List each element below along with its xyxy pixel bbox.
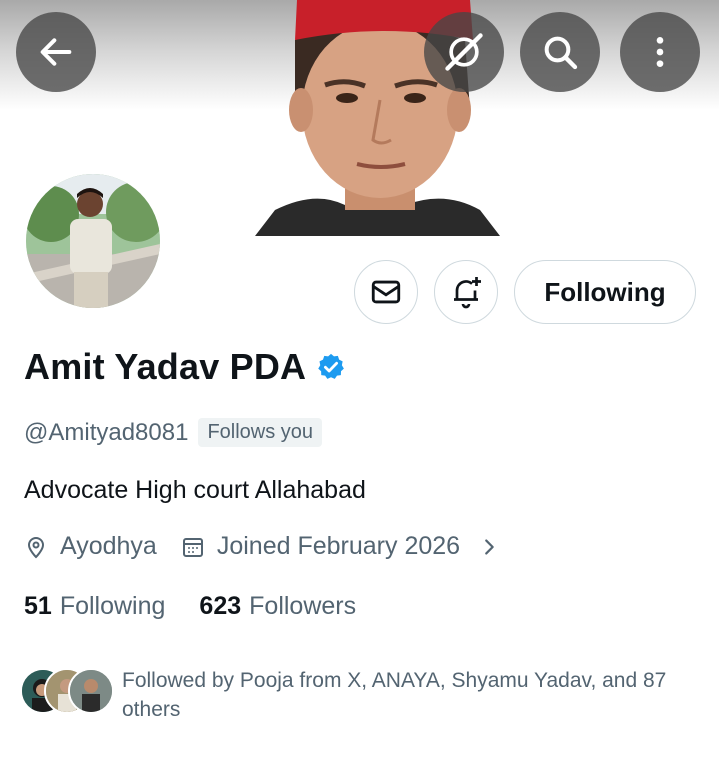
follower-avatar [68,668,114,714]
following-stat[interactable]: 51 Following [24,592,165,621]
more-vertical-icon [656,37,664,67]
bell-plus-icon [454,277,481,309]
search-icon [544,36,578,70]
follow-stats: 51 Following 623 Followers [24,592,356,621]
grok-button[interactable] [424,12,504,92]
following-count: 51 [24,592,52,620]
followers-label: Followers [249,592,357,620]
profile-meta[interactable]: Ayodhya Joined February 2026 [24,532,500,561]
notifications-button[interactable] [434,260,498,324]
followed-by-text: Followed by Pooja from X, ANAYA, Shyamu … [122,669,667,721]
search-button[interactable] [520,12,600,92]
name-row: Amit Yadav PDA [24,346,346,388]
followed-by[interactable]: Followed by Pooja from X, ANAYA, Shyamu … [20,666,710,724]
following-label: Following [59,592,166,620]
followers-stat[interactable]: 623 Followers [199,592,356,621]
calendar-icon [182,537,203,557]
location-item: Ayodhya [24,532,157,561]
user-handle: @Amityad8081 [24,418,189,446]
follows-you-badge: Follows you [198,418,323,447]
arrow-left-icon [40,38,72,66]
chevron-right-icon[interactable] [478,536,500,558]
location-text: Ayodhya [60,532,157,560]
display-name: Amit Yadav PDA [24,346,307,387]
envelope-icon [371,280,401,304]
profile-avatar[interactable] [22,170,164,312]
grok-icon [445,33,483,71]
more-options-button[interactable] [620,12,700,92]
message-button[interactable] [354,260,418,324]
followed-by-avatars [20,666,114,716]
joined-item: Joined February 2026 [181,532,460,561]
back-button[interactable] [16,12,96,92]
location-pin-icon [27,536,45,558]
followers-count: 623 [199,592,242,620]
joined-text: Joined February 2026 [216,532,461,560]
profile-bio: Advocate High court Allahabad [24,476,366,504]
avatar-photo [26,174,160,308]
verified-badge-icon[interactable] [316,352,346,382]
handle-row: @Amityad8081 Follows you [24,418,323,447]
following-button[interactable]: Following [514,260,696,324]
